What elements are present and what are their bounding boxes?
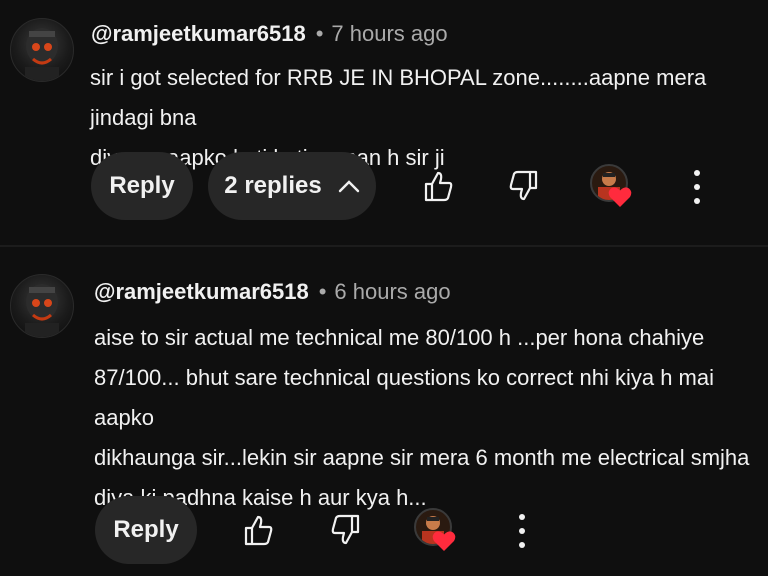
- reply-button-label: Reply: [109, 172, 175, 199]
- creator-heart-badge[interactable]: [414, 508, 456, 552]
- creator-heart-icon: [432, 530, 456, 557]
- comment-body: aise to sir actual me technical me 80/10…: [94, 318, 768, 518]
- user-avatar[interactable]: [10, 18, 74, 82]
- more-vert-icon[interactable]: [517, 514, 527, 548]
- reply-button[interactable]: Reply: [91, 152, 193, 220]
- comment-timestamp[interactable]: 7 hours ago: [331, 21, 447, 46]
- comment-line: sir i got selected for RRB JE IN BHOPAL …: [90, 65, 707, 130]
- separator-dot: •: [318, 279, 327, 304]
- replies-count-label: 2 replies: [224, 172, 322, 199]
- comment-line: 87/100... bhut sare technical questions …: [94, 365, 715, 430]
- thumbs-up-icon[interactable]: [238, 510, 278, 550]
- creator-heart-icon: [608, 186, 632, 213]
- comment-author-handle[interactable]: @ramjeetkumar6518: [94, 279, 309, 304]
- comment-thread-1: @ramjeetkumar6518 • 7 hours ago sir i got …: [0, 0, 768, 246]
- comment-thread-2: @ramjeetkumar6518 • 6 hours ago aise to si…: [0, 248, 768, 576]
- comment-header: @ramjeetkumar6518 • 6 hours ago: [94, 278, 451, 306]
- thumbs-up-icon[interactable]: [418, 166, 458, 206]
- separator-dot: •: [315, 21, 324, 46]
- chevron-up-icon: [338, 179, 360, 193]
- show-replies-button[interactable]: 2 replies: [208, 152, 376, 220]
- thumbs-down-icon[interactable]: [504, 166, 544, 206]
- creator-heart-badge[interactable]: [590, 164, 632, 208]
- comment-header: @ramjeetkumar6518 • 7 hours ago: [91, 20, 448, 48]
- reply-button[interactable]: Reply: [95, 496, 197, 564]
- comment-line: aise to sir actual me technical me 80/10…: [94, 325, 705, 350]
- reply-button-label: Reply: [113, 516, 179, 543]
- comment-body: sir i got selected for RRB JE IN BHOPAL …: [90, 58, 768, 178]
- comment-author-handle[interactable]: @ramjeetkumar6518: [91, 21, 306, 46]
- comment-line: dikhaunga sir...lekin sir aapne sir mera…: [94, 445, 750, 470]
- thumbs-down-icon[interactable]: [326, 510, 366, 550]
- comment-divider: [0, 245, 768, 247]
- user-avatar[interactable]: [10, 274, 74, 338]
- comment-timestamp[interactable]: 6 hours ago: [334, 279, 450, 304]
- more-vert-icon[interactable]: [692, 170, 702, 204]
